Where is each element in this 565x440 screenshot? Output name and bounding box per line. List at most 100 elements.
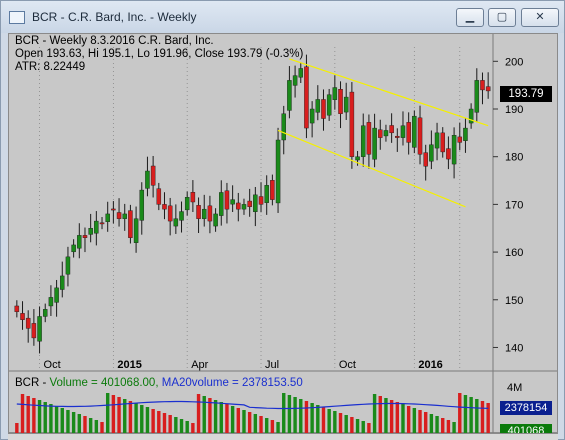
volume-bar <box>406 406 411 433</box>
volume-axis-label: 4M <box>507 382 522 394</box>
volume-bar <box>401 404 405 433</box>
price-chart[interactable]: 140 150 160 170 180 190 200 Oct 2015 Apr Jul Oct 20… <box>1 1 565 440</box>
volume-bar <box>157 411 161 433</box>
candle-down <box>480 80 485 91</box>
candle-up <box>372 127 377 160</box>
candle-up <box>463 127 468 141</box>
candle-down <box>366 122 372 155</box>
candle-down <box>440 132 445 153</box>
volume-bar <box>88 418 93 433</box>
volume-bar <box>49 404 53 433</box>
candle-up <box>434 132 440 149</box>
candle-up <box>37 316 42 342</box>
y-tick-label: 190 <box>505 104 523 116</box>
volume-bar <box>435 416 439 433</box>
volume-bar <box>338 413 343 433</box>
volume-bar <box>446 420 451 433</box>
bottom-toolbar[interactable] <box>8 433 558 440</box>
volume-bar <box>128 401 133 433</box>
candle-down <box>25 317 31 329</box>
candle-down <box>485 86 491 92</box>
volume-bar <box>423 412 428 433</box>
volume-bar <box>458 393 462 433</box>
volume-bar <box>242 410 246 433</box>
trend-channel <box>277 58 489 208</box>
candle-down <box>224 190 230 210</box>
volume-bar <box>219 402 223 433</box>
candle-down <box>304 66 309 129</box>
volume-bar <box>282 393 286 433</box>
candle-up <box>315 99 321 113</box>
volume-bar <box>185 421 189 433</box>
candle-up <box>201 208 207 219</box>
volume-bar <box>361 421 365 433</box>
candle-up <box>412 115 417 148</box>
volume-bar <box>174 417 178 433</box>
candle-down <box>236 202 241 210</box>
candle-down <box>31 323 37 339</box>
y-tick-label: 150 <box>505 295 523 307</box>
candlesticks <box>14 54 491 354</box>
candle-up <box>264 185 269 203</box>
volume-bar <box>83 416 87 433</box>
candle-up <box>179 211 184 221</box>
volume-bar <box>230 406 235 433</box>
volume-bar <box>145 407 150 433</box>
candle-up <box>230 199 235 205</box>
candle-down <box>321 99 326 119</box>
candle-up <box>400 125 406 138</box>
candle-up <box>451 135 457 165</box>
candle-up <box>332 87 338 100</box>
volume-bar <box>469 397 473 433</box>
candle-down <box>162 204 167 210</box>
volume-bar <box>441 418 445 433</box>
volume-bar <box>344 415 348 433</box>
volume-bar <box>475 399 479 433</box>
x-tick-label: Apr <box>191 359 208 371</box>
volume-bar <box>162 413 167 433</box>
volume-bar <box>26 396 30 433</box>
date-axis: Oct 2015 Apr Jul Oct 2016 <box>44 359 443 371</box>
y-tick-label: 170 <box>505 199 523 211</box>
volume-bar <box>293 397 297 433</box>
volume-bar <box>395 402 400 433</box>
volume-bar <box>253 414 258 433</box>
candle-up <box>309 108 315 124</box>
candle-up <box>122 213 127 219</box>
volume-bar <box>168 415 172 433</box>
y-tick-label: 180 <box>505 152 523 164</box>
candle-up <box>219 192 224 216</box>
candle-down <box>349 91 355 157</box>
candle-up <box>54 287 59 303</box>
volume-bar <box>327 409 331 433</box>
candle-up <box>139 189 145 221</box>
volume-bar <box>372 394 377 433</box>
volume-bar <box>105 393 110 433</box>
volume-bar <box>60 408 64 433</box>
y-tick-label: 160 <box>505 247 523 259</box>
volume-bar <box>270 420 275 433</box>
volume-bar <box>179 419 184 433</box>
candle-down <box>338 89 343 114</box>
candle-down <box>423 152 428 167</box>
candle-down <box>196 205 201 219</box>
candle-up <box>77 235 82 249</box>
candle-down <box>395 135 400 138</box>
volume-bar <box>117 397 121 433</box>
candle-down <box>156 188 162 205</box>
candle-up <box>173 218 179 227</box>
candle-up <box>343 96 349 113</box>
volume-bar <box>134 403 138 433</box>
volume-bar <box>429 414 434 433</box>
volume-bar <box>452 422 456 433</box>
volume-bar <box>247 412 252 433</box>
candle-up <box>145 170 150 189</box>
volume-bar <box>389 400 394 433</box>
ma20-volume-line <box>16 400 489 410</box>
x-tick-label: Oct <box>44 359 61 371</box>
ma20-volume-label: MA20volume = 2378153.50 <box>161 377 303 389</box>
volume-bar <box>140 405 144 433</box>
candle-up <box>292 75 298 86</box>
candle-up <box>281 113 286 141</box>
volume-bar <box>333 411 337 433</box>
